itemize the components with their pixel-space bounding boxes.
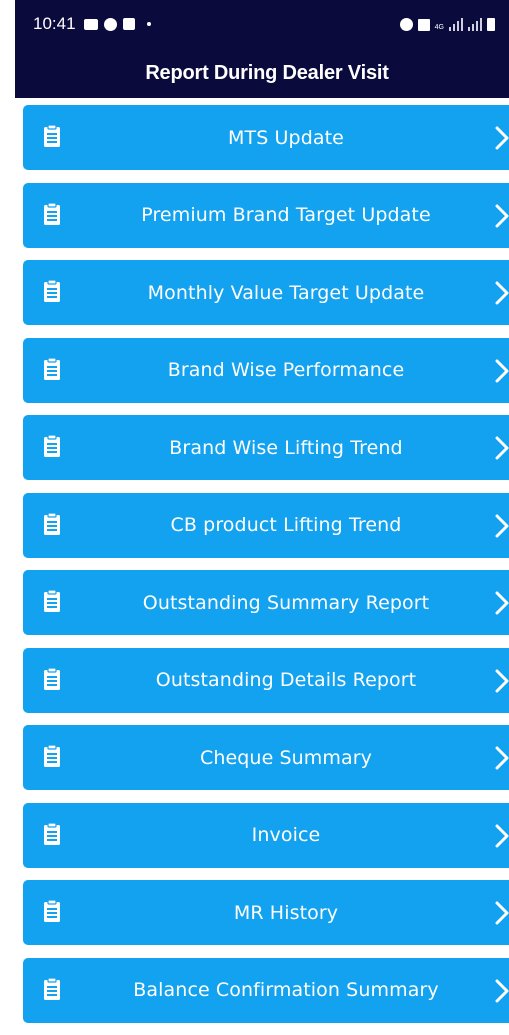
chevron-right-icon: [495, 436, 509, 460]
menu-item[interactable]: Cheque Summary: [23, 725, 509, 790]
mute-icon: [417, 19, 430, 31]
chevron-right-icon: [495, 204, 509, 227]
chevron-right-icon: [495, 901, 509, 925]
menu-item-label: Brand Wise Lifting Trend: [169, 436, 403, 459]
facebook-icon: [122, 18, 135, 30]
menu-item-label: Invoice: [251, 824, 321, 846]
menu-item-label: Balance Confirmation Summary: [133, 979, 439, 1001]
menu-item-label: MTS Update: [228, 126, 344, 149]
network-type-label: 4G: [434, 24, 444, 31]
chevron-right-icon: [495, 746, 509, 770]
menu-item-label: Premium Brand Target Update: [141, 204, 431, 226]
menu-item-label: Brand Wise Performance: [167, 359, 405, 381]
menu-item-label: Outstanding Summary Report: [142, 591, 430, 614]
alarm-icon: [399, 18, 413, 31]
chevron-right-icon: [495, 359, 509, 382]
menu-item[interactable]: CB product Lifting Trend: [23, 492, 509, 558]
gallery-icon: [83, 18, 98, 30]
chevron-right-icon: [495, 514, 509, 537]
notification-dot-icon: [146, 22, 151, 26]
menu-item[interactable]: Invoice: [23, 802, 509, 868]
status-system-icons: 4G: [399, 17, 495, 31]
menu-item[interactable]: Monthly Value Target Update: [23, 260, 509, 325]
menu-item[interactable]: Balance Confirmation Summary: [23, 957, 509, 1023]
chevron-right-icon: [495, 979, 509, 1002]
chevron-right-icon: [495, 669, 509, 692]
chevron-right-icon: [495, 281, 509, 305]
chevron-right-icon: [495, 126, 509, 150]
menu-item[interactable]: MR History: [23, 880, 509, 945]
app-bar: Report During Dealer Visit: [15, 48, 509, 98]
chevron-right-icon: [495, 824, 509, 847]
signal-icon: [468, 18, 482, 31]
menu-item[interactable]: Brand Wise Performance: [23, 337, 509, 403]
menu-item[interactable]: Outstanding Summary Report: [23, 570, 509, 635]
menu-item[interactable]: MTS Update: [23, 105, 509, 170]
menu-item-label: Monthly Value Target Update: [147, 281, 425, 304]
status-notification-icons: [83, 17, 151, 31]
page-title: Report During Dealer Visit: [145, 61, 389, 84]
menu-item-label: MR History: [233, 901, 339, 924]
status-time: 10:41: [33, 14, 76, 33]
menu-item[interactable]: Outstanding Details Report: [23, 647, 509, 713]
menu-item-label: Cheque Summary: [199, 746, 373, 769]
battery-icon: [487, 18, 495, 31]
menu-item-label: Outstanding Details Report: [155, 669, 417, 691]
menu-item[interactable]: Premium Brand Target Update: [23, 182, 509, 248]
messenger-icon: [103, 17, 117, 31]
report-menu-list: MTS Update Premium Brand Target Update M…: [23, 105, 509, 1035]
menu-item[interactable]: Brand Wise Lifting Trend: [23, 415, 509, 480]
menu-item-label: CB product Lifting Trend: [170, 514, 402, 536]
chevron-right-icon: [495, 591, 509, 615]
signal-icon: [449, 18, 463, 31]
status-bar: 10:41 4G: [15, 0, 509, 48]
